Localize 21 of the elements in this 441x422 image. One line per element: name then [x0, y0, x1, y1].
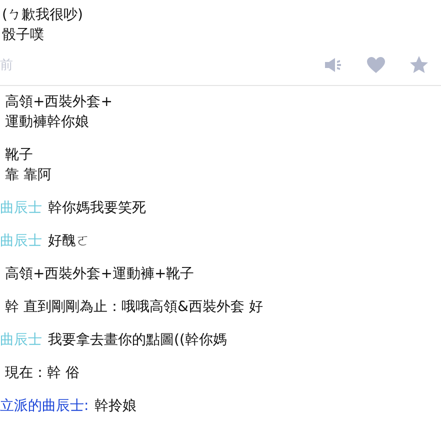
comment-text: 高領+西裝外套+	[5, 93, 112, 112]
comment-author[interactable]: 曲辰士	[0, 231, 42, 251]
comment-text: 靴子	[5, 146, 34, 165]
heart-icon[interactable]	[366, 55, 386, 75]
comment-text: 幹 直到剛剛為止：哦哦高領&西裝外套 好	[5, 298, 263, 317]
comment-text: 幹你媽我要笑死	[48, 199, 146, 218]
post-text: (ㄅ歉我很吵)	[2, 6, 84, 25]
comment-text: 幹拎娘	[94, 397, 137, 416]
comment-text: 現在：幹 俗	[5, 364, 80, 383]
mute-icon[interactable]	[323, 55, 343, 75]
comment-text: 靠 靠阿	[5, 166, 52, 185]
comment-author[interactable]: 立派的曲辰士:	[0, 396, 89, 416]
comment-author[interactable]: 曲辰士	[0, 330, 42, 350]
comment-text: 運動褲幹你娘	[5, 113, 90, 132]
comment-text: 高領+西裝外套+運動褲+靴子	[5, 265, 194, 284]
post-time: 前	[0, 57, 14, 74]
post-text: 骰子噗	[2, 26, 45, 45]
comment-author[interactable]: 曲辰士	[0, 198, 42, 218]
comment-text: 我要拿去畫你的點圖((幹你媽	[48, 331, 227, 350]
comment-text: 好醜ㄛ	[48, 232, 90, 251]
star-icon[interactable]	[409, 55, 429, 75]
